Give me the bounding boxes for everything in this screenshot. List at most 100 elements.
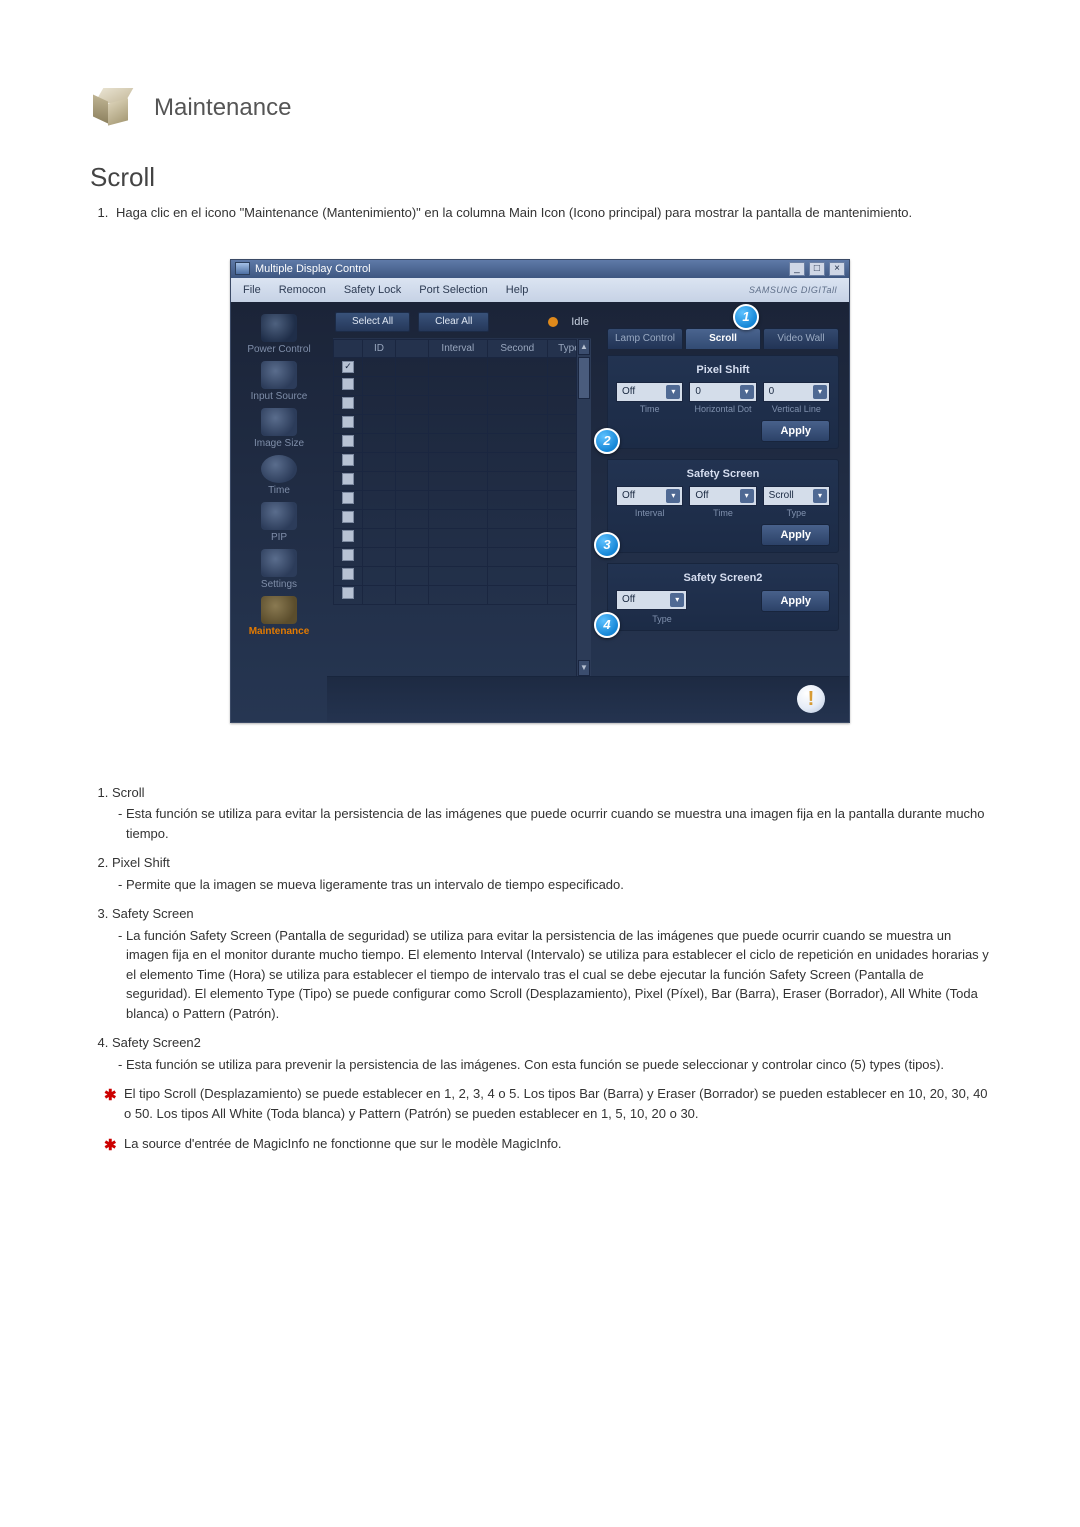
- sidebar-item-label: Power Control: [247, 344, 310, 355]
- sidebar-item-settings[interactable]: Settings: [237, 549, 321, 592]
- close-button[interactable]: ×: [829, 262, 845, 276]
- sidebar-item-maintenance[interactable]: Maintenance: [237, 596, 321, 639]
- row-checkbox[interactable]: [342, 397, 354, 409]
- menu-remocon[interactable]: Remocon: [279, 284, 326, 296]
- star-note-1: El tipo Scroll (Desplazamiento) se puede…: [104, 1084, 990, 1124]
- row-checkbox[interactable]: [342, 378, 354, 390]
- settings-icon: [261, 549, 297, 577]
- grid-scrollbar[interactable]: ▲ ▼: [576, 339, 591, 676]
- safety2-type-select[interactable]: Off▾: [616, 590, 687, 610]
- safety-type-select[interactable]: Scroll▾: [763, 486, 830, 506]
- row-checkbox[interactable]: [342, 416, 354, 428]
- page-header: Maintenance: [90, 88, 990, 128]
- minimize-button[interactable]: _: [789, 262, 805, 276]
- pixel-shift-apply-button[interactable]: Apply: [761, 420, 830, 442]
- sidebar-item-image-size[interactable]: Image Size: [237, 408, 321, 451]
- safety-type-label: Type: [763, 508, 830, 518]
- row-checkbox[interactable]: [342, 568, 354, 580]
- safety-apply-button[interactable]: Apply: [761, 524, 830, 546]
- pixel-shift-vline-select[interactable]: 0▾: [763, 382, 830, 402]
- safety-interval-label: Interval: [616, 508, 683, 518]
- desc-body-2: Permite que la imagen se mueva ligeramen…: [126, 875, 990, 895]
- chevron-down-icon: ▾: [740, 489, 754, 503]
- table-row[interactable]: [334, 452, 591, 471]
- menu-safety-lock[interactable]: Safety Lock: [344, 284, 401, 296]
- row-checkbox[interactable]: [342, 435, 354, 447]
- select-all-button[interactable]: Select All: [335, 312, 410, 332]
- tab-lamp-control[interactable]: Lamp Control: [607, 328, 683, 349]
- tab-scroll[interactable]: Scroll: [685, 328, 761, 349]
- row-checkbox[interactable]: [342, 530, 354, 542]
- sidebar-item-label: PIP: [271, 532, 287, 543]
- safety-interval-select[interactable]: Off▾: [616, 486, 683, 506]
- menu-bar: File Remocon Safety Lock Port Selection …: [231, 278, 849, 302]
- table-row[interactable]: [334, 490, 591, 509]
- table-row[interactable]: [334, 528, 591, 547]
- table-row[interactable]: [334, 585, 591, 604]
- scroll-down-icon[interactable]: ▼: [578, 660, 590, 676]
- page-title: Maintenance: [154, 94, 291, 122]
- safety-time-label: Time: [689, 508, 756, 518]
- desc-item-4: Safety Screen2 Esta función se utiliza p…: [112, 1033, 990, 1074]
- table-row[interactable]: [334, 357, 591, 376]
- pixel-shift-panel: Pixel Shift Off▾ 0▾ 0▾ Time Horizontal D…: [607, 355, 839, 449]
- time-icon: [261, 455, 297, 483]
- menu-port-selection[interactable]: Port Selection: [419, 284, 487, 296]
- sidebar-item-time[interactable]: Time: [237, 455, 321, 498]
- alert-icon: !: [797, 685, 825, 713]
- callout-2: 2: [594, 428, 620, 454]
- pixel-shift-vline-label: Vertical Line: [763, 404, 830, 414]
- title-bar: Multiple Display Control _ □ ×: [231, 260, 849, 278]
- safety2-apply-button[interactable]: Apply: [761, 590, 830, 612]
- chevron-down-icon: ▾: [813, 385, 827, 399]
- pixel-shift-hdot-select[interactable]: 0▾: [689, 382, 756, 402]
- row-checkbox[interactable]: [342, 473, 354, 485]
- table-row[interactable]: [334, 376, 591, 395]
- app-icon: [235, 262, 250, 275]
- callout-3: 3: [594, 532, 620, 558]
- safety-time-select[interactable]: Off▾: [689, 486, 756, 506]
- pixel-shift-time-select[interactable]: Off▾: [616, 382, 683, 402]
- section-title: Scroll: [90, 162, 990, 193]
- sidebar-item-pip[interactable]: PIP: [237, 502, 321, 545]
- clear-all-button[interactable]: Clear All: [418, 312, 489, 332]
- menu-file[interactable]: File: [243, 284, 261, 296]
- row-checkbox[interactable]: [342, 587, 354, 599]
- desc-body-1: Esta función se utiliza para evitar la p…: [126, 804, 990, 843]
- table-row[interactable]: [334, 395, 591, 414]
- maintenance-icon: [261, 596, 297, 624]
- tab-video-wall[interactable]: Video Wall: [763, 328, 839, 349]
- table-row[interactable]: [334, 471, 591, 490]
- maximize-button[interactable]: □: [809, 262, 825, 276]
- safety-screen2-panel: Safety Screen2 Off▾ Apply Type 4: [607, 563, 839, 631]
- row-checkbox[interactable]: [342, 454, 354, 466]
- chevron-down-icon: ▾: [813, 489, 827, 503]
- sidebar-item-input-source[interactable]: Input Source: [237, 361, 321, 404]
- sidebar-item-power-control[interactable]: Power Control: [237, 314, 321, 357]
- brand-logo: SAMSUNG DIGITall: [749, 285, 837, 295]
- menu-help[interactable]: Help: [506, 284, 529, 296]
- table-row[interactable]: [334, 414, 591, 433]
- col-interval: Interval: [429, 339, 488, 357]
- desc-body-3: La función Safety Screen (Pantalla de se…: [126, 926, 990, 1024]
- table-row[interactable]: [334, 433, 591, 452]
- table-row[interactable]: [334, 566, 591, 585]
- idle-indicator-icon: [548, 317, 558, 327]
- sidebar: Power Control Input Source Image Size Ti…: [231, 302, 327, 722]
- safety-screen-panel: Safety Screen Off▾ Off▾ Scroll▾ Interval…: [607, 459, 839, 553]
- maintenance-cube-icon: [90, 88, 138, 128]
- scroll-thumb[interactable]: [578, 357, 590, 399]
- row-checkbox[interactable]: [342, 511, 354, 523]
- safety-screen2-title: Safety Screen2: [616, 572, 830, 584]
- table-row[interactable]: [334, 509, 591, 528]
- pixel-shift-time-label: Time: [616, 404, 683, 414]
- row-checkbox[interactable]: [342, 361, 354, 373]
- scroll-up-icon[interactable]: ▲: [578, 339, 590, 355]
- window-title: Multiple Display Control: [255, 263, 371, 275]
- row-checkbox[interactable]: [342, 492, 354, 504]
- row-checkbox[interactable]: [342, 549, 354, 561]
- sidebar-item-label: Time: [268, 485, 290, 496]
- table-row[interactable]: [334, 547, 591, 566]
- pixel-shift-hdot-label: Horizontal Dot: [689, 404, 756, 414]
- sidebar-item-label: Settings: [261, 579, 297, 590]
